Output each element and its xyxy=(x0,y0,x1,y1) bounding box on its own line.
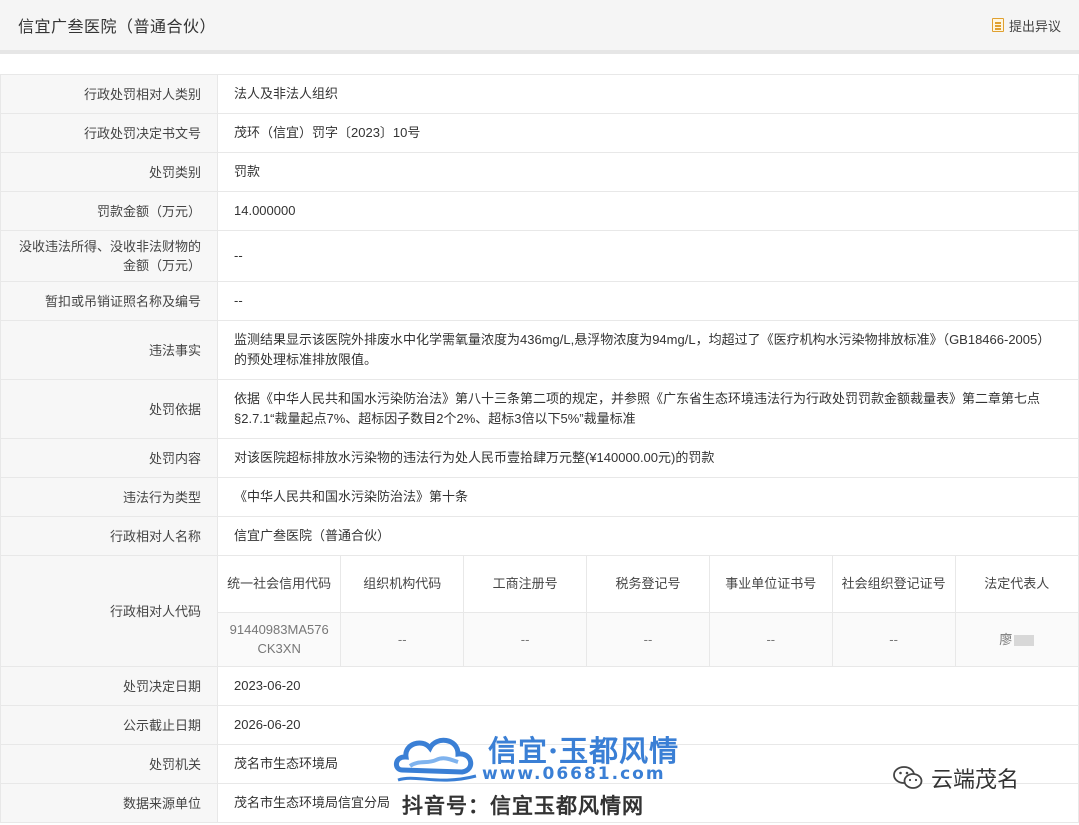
raise-objection-label: 提出异议 xyxy=(1008,18,1061,34)
codes-header: 法定代表人 xyxy=(954,556,1078,612)
row-label: 处罚内容 xyxy=(0,438,218,478)
row-value: 茂名市生态环境局 xyxy=(217,744,1079,784)
row-label: 处罚决定日期 xyxy=(0,666,218,706)
table-row: 处罚类别 罚款 xyxy=(0,152,1079,192)
row-label: 罚款金额（万元） xyxy=(0,191,218,231)
page-title: 信宜广叁医院（普通合伙） xyxy=(18,19,217,36)
row-value: 罚款 xyxy=(217,152,1079,192)
codes-header-row: 统一社会信用代码 组织机构代码 工商注册号 税务登记号 事业单位证书号 社会组织… xyxy=(218,556,1078,612)
table-row: 罚款金额（万元） 14.000000 xyxy=(0,191,1079,231)
credit-code-text: 91440983MA576CK3XN xyxy=(229,622,329,657)
table-row: 数据来源单位 茂名市生态环境局信宜分局 xyxy=(0,783,1079,823)
table-row: 行政处罚决定书文号 茂环（信宜）罚字〔2023〕10号 xyxy=(0,113,1079,153)
raise-objection-button[interactable]: 提出异议 xyxy=(991,16,1061,35)
row-label: 行政处罚决定书文号 xyxy=(0,113,218,153)
legal-rep-value: 廖 xyxy=(954,611,1078,666)
row-label: 处罚机关 xyxy=(0,744,218,784)
table-row: 处罚决定日期 2023-06-20 xyxy=(0,666,1079,706)
row-value: 茂名市生态环境局信宜分局 xyxy=(217,783,1079,823)
credit-code-value: 91440983MA576CK3XN xyxy=(218,611,341,666)
row-value: 法人及非法人组织 xyxy=(217,74,1079,114)
row-label: 行政相对人名称 xyxy=(0,516,218,556)
masked-name-block xyxy=(1014,634,1035,646)
table-row: 违法事实 监测结果显示该医院外排废水中化学需氧量浓度为436mg/L,悬浮物浓度… xyxy=(0,320,1079,380)
table-row: 处罚机关 茂名市生态环境局 xyxy=(0,744,1079,784)
table-row: 没收违法所得、没收非法财物的金额（万元） -- xyxy=(0,230,1079,282)
row-value: -- xyxy=(217,230,1079,282)
row-value: 《中华人民共和国水污染防治法》第十条 xyxy=(217,477,1079,517)
codes-value: -- xyxy=(340,611,464,666)
codes-table: 统一社会信用代码 组织机构代码 工商注册号 税务登记号 事业单位证书号 社会组织… xyxy=(218,556,1078,666)
row-label: 行政相对人代码 xyxy=(0,555,218,667)
row-value: 茂环（信宜）罚字〔2023〕10号 xyxy=(217,113,1079,153)
row-value: 2023-06-20 xyxy=(217,666,1079,706)
codes-value: -- xyxy=(463,611,587,666)
row-value: 2026-06-20 xyxy=(217,705,1079,745)
codes-header: 事业单位证书号 xyxy=(708,556,833,612)
document-icon xyxy=(991,18,1004,32)
row-label: 违法事实 xyxy=(0,320,218,380)
table-row: 处罚内容 对该医院超标排放水污染物的违法行为处人民币壹拾肆万元整(¥140000… xyxy=(0,438,1079,478)
codes-cell: 统一社会信用代码 组织机构代码 工商注册号 税务登记号 事业单位证书号 社会组织… xyxy=(217,555,1079,667)
page-header: 信宜广叁医院（普通合伙） 提出异议 xyxy=(0,0,1079,54)
row-value: 依据《中华人民共和国水污染防治法》第八十三条第二项的规定，并参照《广东省生态环境… xyxy=(217,379,1079,439)
row-label: 处罚类别 xyxy=(0,152,218,192)
row-label: 数据来源单位 xyxy=(0,783,218,823)
table-row: 行政相对人名称 信宜广叁医院（普通合伙） xyxy=(0,516,1079,556)
row-value: 14.000000 xyxy=(217,191,1079,231)
codes-header: 工商注册号 xyxy=(463,556,587,612)
table-row: 处罚依据 依据《中华人民共和国水污染防治法》第八十三条第二项的规定，并参照《广东… xyxy=(0,379,1079,439)
table-row: 违法行为类型 《中华人民共和国水污染防治法》第十条 xyxy=(0,477,1079,517)
row-label: 行政处罚相对人类别 xyxy=(0,74,218,114)
row-label: 公示截止日期 xyxy=(0,705,218,745)
row-value: -- xyxy=(217,281,1079,321)
table-row: 公示截止日期 2026-06-20 xyxy=(0,705,1079,745)
row-label: 违法行为类型 xyxy=(0,477,218,517)
codes-header: 税务登记号 xyxy=(586,556,710,612)
row-label: 暂扣或吊销证照名称及编号 xyxy=(0,281,218,321)
row-value: 对该医院超标排放水污染物的违法行为处人民币壹拾肆万元整(¥140000.00元)… xyxy=(217,438,1079,478)
legal-rep-name: 廖 xyxy=(999,631,1013,647)
codes-value: -- xyxy=(708,611,833,666)
codes-header: 组织机构代码 xyxy=(340,556,464,612)
codes-value-row: 91440983MA576CK3XN -- -- -- -- -- 廖 xyxy=(218,611,1078,666)
codes-header: 社会组织登记证号 xyxy=(831,556,956,612)
row-label: 处罚依据 xyxy=(0,379,218,439)
row-label: 没收违法所得、没收非法财物的金额（万元） xyxy=(0,230,218,282)
codes-value: -- xyxy=(586,611,710,666)
row-value: 信宜广叁医院（普通合伙） xyxy=(217,516,1079,556)
penalty-info-table: 行政处罚相对人类别 法人及非法人组织 行政处罚决定书文号 茂环（信宜）罚字〔20… xyxy=(0,74,1079,823)
row-value: 监测结果显示该医院外排废水中化学需氧量浓度为436mg/L,悬浮物浓度为94mg… xyxy=(217,320,1079,380)
table-row: 行政相对人代码 统一社会信用代码 组织机构代码 工商注册号 税务登记号 事业单位… xyxy=(0,555,1079,667)
codes-header: 统一社会信用代码 xyxy=(218,556,341,612)
codes-value: -- xyxy=(831,611,956,666)
table-row: 行政处罚相对人类别 法人及非法人组织 xyxy=(0,74,1079,114)
table-row: 暂扣或吊销证照名称及编号 -- xyxy=(0,281,1079,321)
